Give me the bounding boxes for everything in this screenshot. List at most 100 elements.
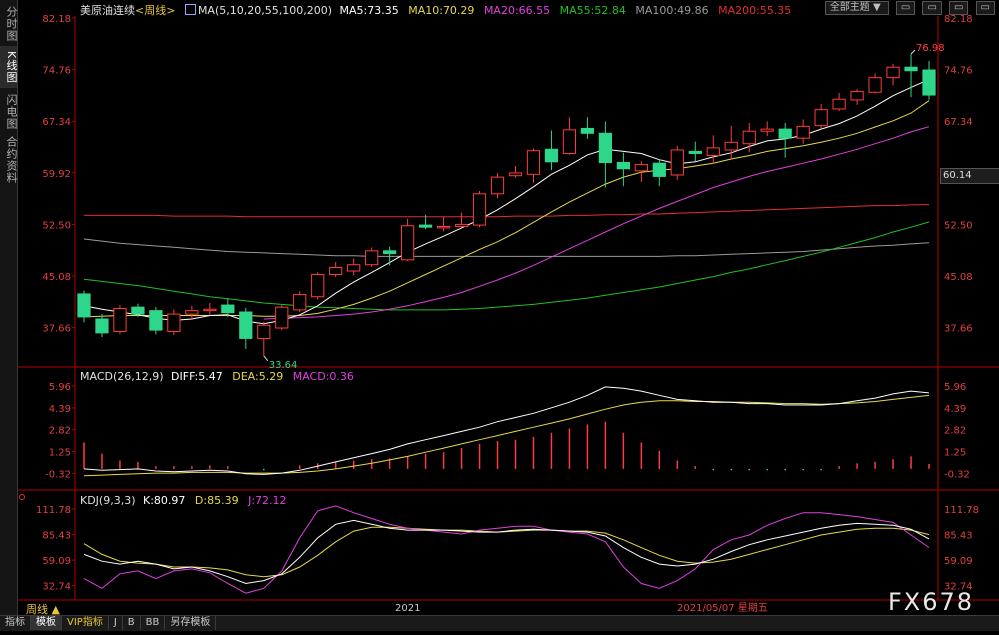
ma55-legend: MA55:52.84 xyxy=(559,4,626,17)
candle-up xyxy=(436,225,451,229)
macd-tick-right-4: -0.32 xyxy=(944,469,970,480)
candle-up xyxy=(760,128,774,132)
price-tick-left-6: 37.66 xyxy=(42,324,71,335)
layout-button-2[interactable]: ▭ xyxy=(922,1,942,15)
bottom-tab-5[interactable]: BB xyxy=(141,616,166,630)
layout-button-4[interactable]: ▭ xyxy=(975,1,995,15)
candle-down xyxy=(418,224,433,228)
price-tick-left-2: 67.34 xyxy=(42,117,71,128)
ma20-line xyxy=(263,126,930,320)
watermark-logo: FX678 xyxy=(888,588,975,616)
futures-chart: 82.1882.1874.7674.7667.3467.3459.9259.92… xyxy=(18,14,999,614)
price-tick-right-4: 52.50 xyxy=(944,220,973,231)
price-tick-left-4: 52.50 xyxy=(42,220,71,231)
candle-up xyxy=(203,308,217,312)
bottom-tab-6[interactable]: 另存模板 xyxy=(165,616,217,630)
macd-tick-left-0: 5.96 xyxy=(49,382,71,393)
macd-dea: DEA:5.29 xyxy=(232,370,284,383)
ma-settings-icon[interactable] xyxy=(184,4,196,15)
kdj-tick-right-0: 111.78 xyxy=(944,505,979,516)
candle-up xyxy=(742,130,756,145)
kdj-label: KDJ(9,3,3) xyxy=(80,494,136,507)
x-label-date: 2021/05/07 星期五 xyxy=(677,602,768,614)
candle-up xyxy=(185,310,199,315)
period-tag: <周线> xyxy=(135,4,176,17)
candle-down xyxy=(688,150,702,154)
candle-up xyxy=(275,306,289,329)
ma-label: MA(5,10,20,55,100,200) xyxy=(197,4,332,17)
ma200-legend: MA200:55.35 xyxy=(718,4,792,17)
macd-tick-left-4: -0.32 xyxy=(45,469,71,480)
diff-line xyxy=(83,386,930,475)
candle-down xyxy=(221,304,235,314)
layout-button-3[interactable]: ▭ xyxy=(949,1,969,15)
macd-tick-left-2: 2.82 xyxy=(49,426,71,437)
candle-up xyxy=(454,223,469,227)
candle-up xyxy=(526,150,541,175)
macd-tick-right-0: 5.96 xyxy=(944,382,966,393)
kdj-tick-left-1: 85.43 xyxy=(42,531,71,542)
macd-legend: MACD(26,12,9) DIFF:5.47 DEA:5.29 MACD:0.… xyxy=(80,370,354,383)
price-tick-right-2: 67.34 xyxy=(944,117,973,128)
x-label-year: 2021 xyxy=(395,603,420,614)
ma5-line xyxy=(83,78,930,325)
candle-up xyxy=(113,308,127,332)
candle-up xyxy=(634,164,648,172)
candle-up xyxy=(365,250,379,266)
kdj-j: J:72.12 xyxy=(248,494,287,507)
kdj-marker-icon xyxy=(19,494,25,500)
macd-tick-right-3: 1.25 xyxy=(944,448,966,459)
kdj-d-line xyxy=(83,526,930,578)
bottom-tab-4[interactable]: B xyxy=(123,616,141,630)
candle-up xyxy=(311,273,325,298)
candle-up xyxy=(886,66,900,79)
price-tick-left-5: 45.08 xyxy=(42,272,71,283)
current-price-label: 60.14 xyxy=(940,168,999,184)
candle-down xyxy=(131,306,145,315)
candle-up xyxy=(329,267,343,275)
candle-up xyxy=(293,294,307,311)
dea-line xyxy=(83,394,930,477)
low-pointer xyxy=(263,355,269,362)
candle-down xyxy=(652,162,666,177)
bottom-tab-1[interactable]: 模板 xyxy=(31,616,62,630)
bottom-tab-3[interactable]: J xyxy=(109,616,123,630)
candle-up xyxy=(562,129,577,154)
macd-value: MACD:0.36 xyxy=(292,370,354,383)
candle-down xyxy=(922,69,936,96)
instrument-name: 美原油连续 xyxy=(80,4,135,17)
bottom-tab-0[interactable]: 指标 xyxy=(0,616,31,630)
price-tick-left-3: 59.92 xyxy=(42,169,71,180)
bottom-tab-2[interactable]: VIP指标 xyxy=(62,616,109,630)
kdj-tick-right-2: 59.09 xyxy=(944,556,973,567)
candle-up xyxy=(706,147,720,157)
price-tick-left-1: 74.76 xyxy=(42,66,71,77)
candle-down xyxy=(598,132,612,164)
bottom-tab-bar: 指标 模板 VIP指标 J B BB 另存模板 xyxy=(0,615,999,631)
candle-down xyxy=(904,66,918,72)
candle-down xyxy=(239,311,253,339)
kdj-tick-left-0: 111.78 xyxy=(36,505,71,516)
candle-up xyxy=(868,77,882,93)
ma20-legend: MA20:66.55 xyxy=(483,4,551,17)
candle-up xyxy=(724,141,738,151)
candle-down xyxy=(149,310,163,331)
candle-up xyxy=(832,98,846,110)
kdj-k-line xyxy=(83,519,930,585)
macd-tick-right-1: 4.39 xyxy=(944,404,966,415)
macd-tick-right-2: 2.82 xyxy=(944,426,966,437)
candle-down xyxy=(95,318,109,334)
ma55-line xyxy=(83,221,930,311)
candle-down xyxy=(77,293,91,318)
layout-button-1[interactable]: ▭ xyxy=(895,1,916,15)
ma5-legend: MA5:73.35 xyxy=(339,4,399,17)
kdj-k: K:80.97 xyxy=(143,494,186,507)
candle-down xyxy=(544,148,559,163)
candle-up xyxy=(490,176,505,195)
theme-select[interactable]: 全部主题 ▼ xyxy=(824,1,889,15)
candle-up xyxy=(347,264,361,272)
high-label: 76.98 xyxy=(916,43,945,54)
macd-tick-left-3: 1.25 xyxy=(49,448,71,459)
macd-tick-left-1: 4.39 xyxy=(49,404,71,415)
macd-label: MACD(26,12,9) xyxy=(80,370,164,383)
